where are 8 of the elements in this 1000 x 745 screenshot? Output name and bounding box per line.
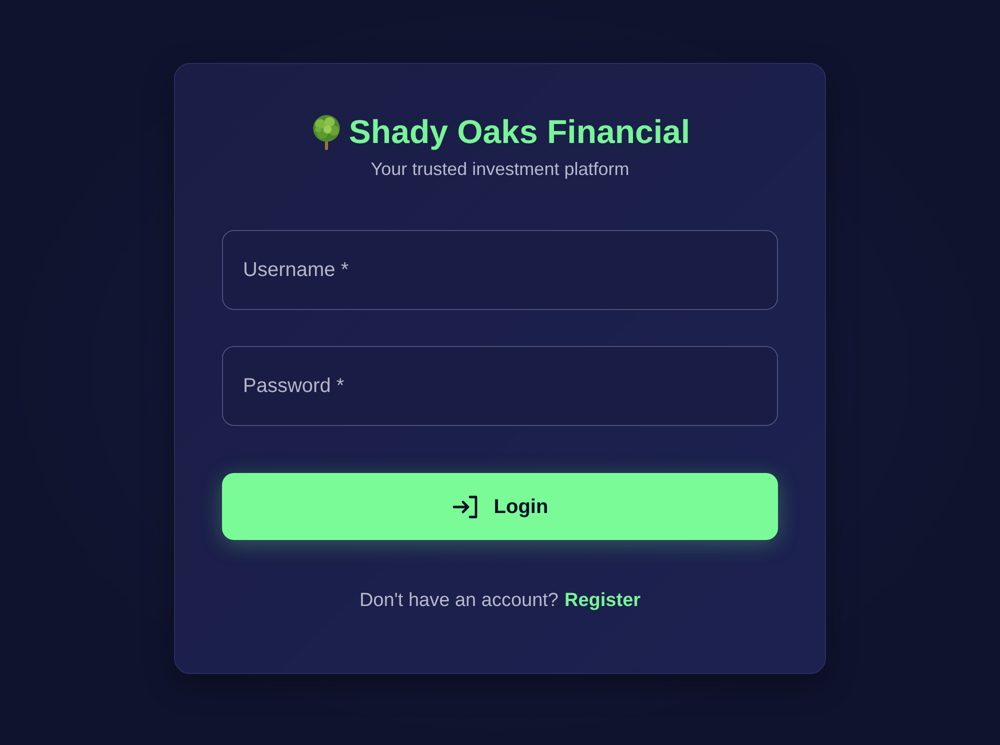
signup-prompt: Don't have an account? [359,589,558,613]
brand-subtitle: Your trusted investment platform [370,158,630,181]
login-button[interactable]: Login [222,473,778,540]
input-field[interactable]: Username * [222,230,778,310]
login-arrow-icon [452,494,480,518]
input-field[interactable]: Password * [222,346,778,426]
register-link[interactable]: Register [564,588,641,614]
brand-title: Shady Oaks Financial [348,112,690,152]
